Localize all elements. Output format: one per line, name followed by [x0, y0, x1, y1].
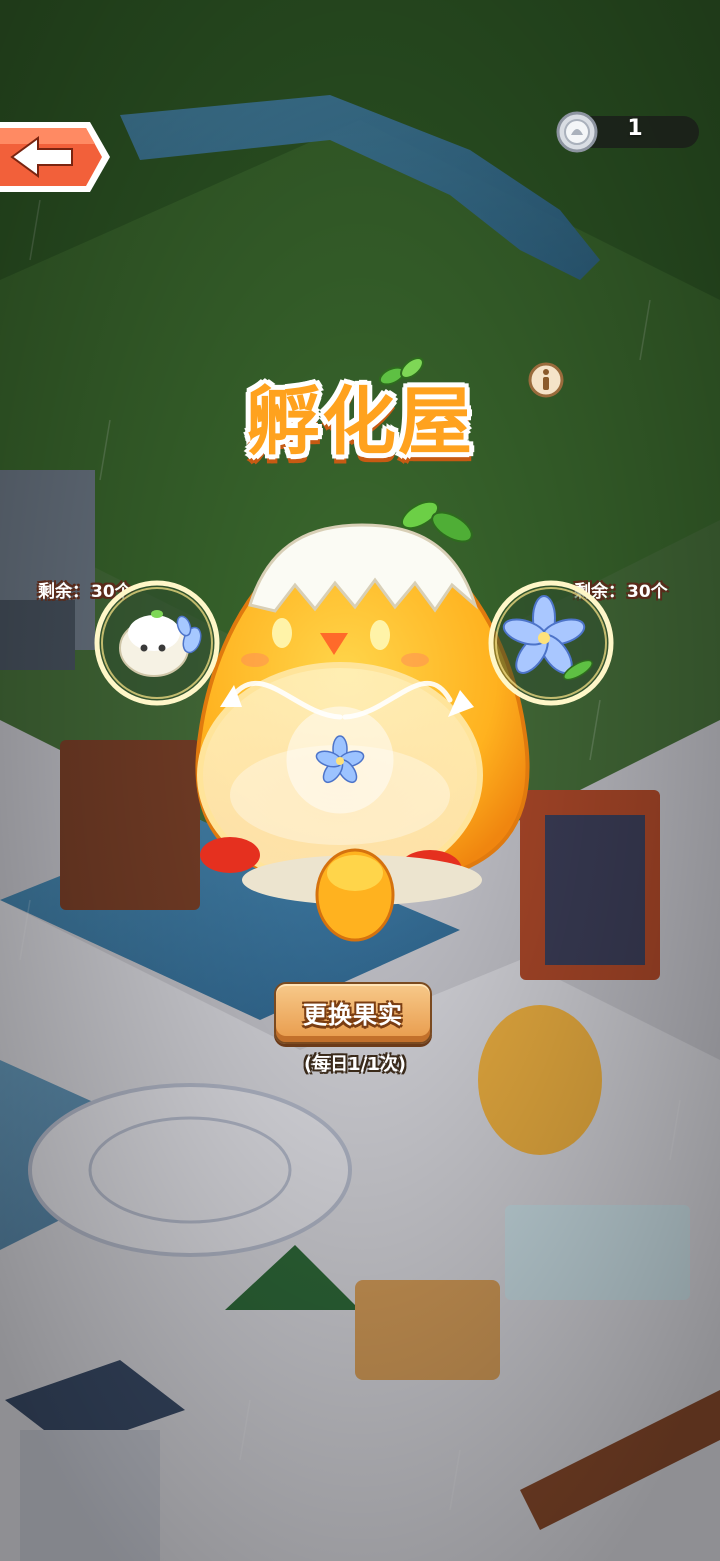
hatch-house-title: 孵化屋 — [210, 340, 520, 465]
back-button[interactable] — [0, 118, 112, 196]
change-fruit-button[interactable]: 更换果实 — [274, 982, 432, 1044]
chick-incubator — [190, 485, 535, 955]
info-icon — [528, 362, 564, 398]
right-fruit-slot[interactable] — [486, 578, 616, 708]
remaining-label: 剩余： — [38, 582, 89, 602]
leaf-sprout-icon — [378, 357, 424, 386]
change-fruit-label: 更换果实 — [303, 1001, 403, 1029]
currency-display: 1 — [556, 110, 701, 154]
currency-count: 1 — [627, 116, 643, 141]
info-button[interactable] — [528, 362, 564, 398]
back-arrow-icon — [0, 122, 110, 192]
remaining-count: 30个 — [627, 582, 668, 602]
daily-limit-text: (每日1/1次) — [303, 1054, 407, 1075]
page-title: 孵化屋 — [246, 379, 474, 465]
chick-incubator-illustration — [195, 500, 530, 942]
silver-coin-icon — [556, 111, 598, 153]
white-sprite-icon — [94, 580, 220, 706]
blue-lily-flower-icon — [488, 580, 614, 706]
left-fruit-slot[interactable] — [92, 578, 222, 708]
